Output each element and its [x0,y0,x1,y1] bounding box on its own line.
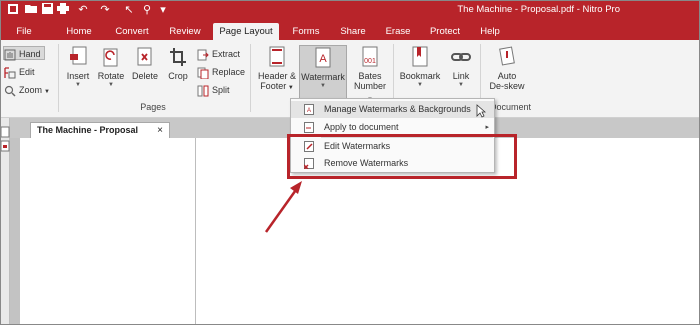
auto-deskew-label-line2: De-skew [489,81,525,91]
annotation-highlight-box [287,134,517,179]
bates-number-button[interactable]: 001 Bates Number ▼ [352,46,388,105]
watermark-dropdown-icon: ▼ [320,83,326,89]
hand-icon [4,49,16,61]
title-bar: ↶ ↷ ↖ ⚲ ▾ The Machine - Proposal.pdf - N… [0,0,700,21]
bookmark-label: Bookmark [399,71,441,81]
extract-label: Extract [212,49,241,59]
zoom-tool[interactable]: Zoom ▼ [4,83,56,97]
header-footer-label-line1: Header & [257,71,297,81]
extract-icon [197,49,209,61]
tab-convert[interactable]: Convert [106,23,158,40]
crop-button[interactable]: Crop [164,46,192,81]
watermark-label: Watermark [301,72,345,82]
split-label: Split [212,85,230,95]
tab-file[interactable]: File [4,23,44,40]
window-title: The Machine - Proposal.pdf - Nitro Pro [457,4,620,15]
rotate-dropdown-icon: ▼ [108,82,114,88]
insert-button[interactable]: Insert ▼ [63,46,93,89]
crop-label: Crop [168,71,188,81]
link-chain-icon [451,53,471,61]
page-thumbnail-panel [20,138,196,325]
delete-label: Delete [131,71,158,81]
edit-cursor-icon [4,66,16,79]
menu-tab-bar: File Home Convert Review Page Layout For… [0,21,700,40]
side-panel-strip [0,118,10,325]
mouse-cursor-icon [476,104,486,118]
manage-watermarks-icon: A [304,104,314,115]
svg-text:A: A [319,53,327,65]
split-button[interactable]: Split [197,83,230,97]
replace-icon [197,67,209,80]
tab-page-layout[interactable]: Page Layout [213,23,279,40]
apply-document-icon [304,122,314,133]
menu-item-manage-watermarks[interactable]: A Manage Watermarks & Backgrounds [291,101,494,118]
replace-label: Replace [212,67,246,77]
bates-label-line2: Number [353,81,386,91]
rotate-page-icon [103,48,118,67]
auto-deskew-label-line1: Auto [497,71,517,81]
watermark-icon: A [315,47,331,68]
edit-tool[interactable]: Edit [4,65,46,79]
document-tab-title: The Machine - Proposal [37,125,139,135]
pages-group-label: Pages [140,102,166,112]
insert-label: Insert [66,71,90,81]
ribbon-separator [58,44,59,112]
tab-home[interactable]: Home [56,23,102,40]
insert-page-icon [70,46,87,65]
zoom-tool-label: Zoom [19,85,43,95]
tab-erase[interactable]: Erase [378,23,418,40]
bookmark-button[interactable]: Bookmark ▼ [398,46,442,89]
tab-review[interactable]: Review [162,23,208,40]
tab-forms[interactable]: Forms [284,23,328,40]
watermark-button[interactable]: A Watermark ▼ [299,45,347,99]
zoom-magnifier-icon [4,85,16,97]
rotate-label: Rotate [97,71,125,81]
document-group-label: Document [490,102,532,112]
auto-deskew-button[interactable]: Auto De-skew [486,46,528,91]
split-icon [197,85,209,97]
deskew-icon [499,46,515,66]
hand-tool[interactable]: Hand [3,46,45,61]
bookmark-dropdown-icon: ▼ [417,82,423,88]
pages-panel-icon[interactable] [0,126,10,166]
ribbon-separator [250,44,251,112]
tab-help[interactable]: Help [473,23,507,40]
rotate-button[interactable]: Rotate ▼ [96,46,126,89]
bookmark-icon [412,46,428,67]
tab-share[interactable]: Share [332,23,374,40]
manage-watermarks-label: Manage Watermarks & Backgrounds [324,104,471,114]
bates-number-icon: 001 [362,46,378,67]
insert-dropdown-icon: ▼ [75,82,81,88]
delete-button[interactable]: Delete [130,46,160,81]
edit-tool-label: Edit [19,67,35,77]
extract-button[interactable]: Extract [197,47,240,61]
header-footer-dropdown-icon: ▼ [286,85,294,91]
link-dropdown-icon: ▼ [458,82,464,88]
header-footer-button[interactable]: Header & Footer ▼ [256,46,298,93]
svg-text:A: A [307,108,311,114]
document-tab[interactable]: The Machine - Proposal × [30,122,170,138]
header-footer-icon [269,46,285,67]
delete-page-icon [137,47,152,66]
bates-label-line1: Bates [358,71,382,81]
link-button[interactable]: Link ▼ [447,46,475,89]
zoom-dropdown-icon: ▼ [44,89,50,95]
svg-text:001: 001 [364,58,376,65]
link-label: Link [452,71,470,81]
tab-protect[interactable]: Protect [421,23,469,40]
replace-button[interactable]: Replace [197,65,246,80]
crop-icon [170,48,186,66]
close-tab-icon[interactable]: × [157,123,163,138]
header-footer-label-line2: Footer [260,81,287,91]
hand-tool-label: Hand [19,49,41,59]
